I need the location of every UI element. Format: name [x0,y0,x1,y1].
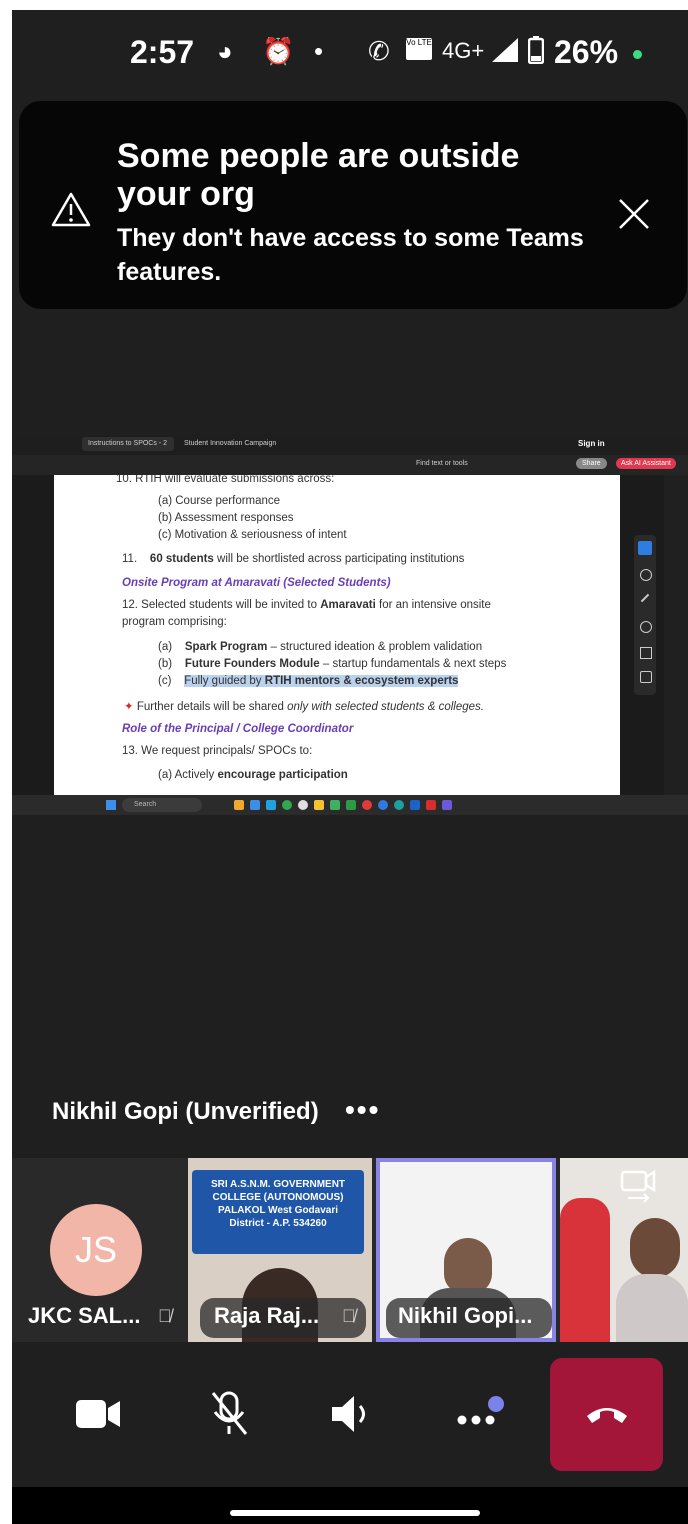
taskbar-app-icon[interactable] [362,800,372,810]
hangup-button[interactable] [550,1358,663,1471]
alarm-icon: ⏰ [262,36,295,66]
taskbar-app-icon[interactable] [426,800,436,810]
avatar: JS [50,1204,142,1296]
doc-line: program comprising: [122,616,227,628]
doc-heading: Onsite Program at Amaravati (Selected St… [122,577,391,589]
status-time: 2:57 [130,34,195,70]
doc-line: (c) Fully guided by RTIH mentors & ecosy… [158,675,459,687]
college-banner: SRI A.S.N.M. GOVERNMENT COLLEGE (AUTONOM… [192,1170,364,1254]
doc-heading: Role of the Principal / College Coordina… [122,723,354,735]
status-bar: 2:57 ◕ ⏰ • ✆ Vo LTE 4G+ 26% [12,10,688,98]
shared-screen: Instructions to SPOCs - 2 Student Innova… [12,435,688,815]
doc-line: (b) Assessment responses [158,512,294,524]
participant-name: Raja Raj... [214,1303,320,1328]
data-saver-icon: ◕ [217,36,233,66]
doc-line: (a) Spark Program – structured ideation … [158,641,483,653]
network-label: 4G+ [442,38,485,63]
phone-screen: 2:57 ◕ ⏰ • ✆ Vo LTE 4G+ 26% Some people … [12,10,688,1524]
doc-line: 12. Selected students will be invited to… [122,599,491,611]
pdf-toolbar: Find text or tools Share Ask AI Assistan… [12,455,688,475]
taskbar-app-icon[interactable] [234,800,244,810]
speaker-button[interactable] [330,1394,378,1434]
pdf-document: 10. RTIH will evaluate submissions acros… [54,475,620,795]
pen-tool-icon[interactable] [640,593,650,603]
home-indicator[interactable] [230,1510,480,1516]
doc-line: (a) Actively encourage participation [158,769,348,781]
banner-title: Some people are outside your org [117,137,520,213]
doc-line: (c) Motivation & seriousness of intent [158,529,347,541]
find-tools[interactable]: Find text or tools [416,460,468,467]
notification-dot [488,1396,504,1412]
taskbar-app-icon[interactable] [330,800,340,810]
taskbar-app-icon[interactable] [314,800,324,810]
system-nav-bar [12,1487,688,1524]
external-org-banner: Some people are outside your org They do… [19,101,687,309]
presenter-more-button[interactable]: ••• [345,1094,380,1126]
taskbar-app-icon[interactable] [378,800,388,810]
volte-icon: Vo LTE [406,38,432,60]
taskbar-app-icon[interactable] [298,800,308,810]
zoom-tool-icon[interactable] [640,569,652,581]
signal-icon [492,38,518,62]
select-tool-icon[interactable] [638,541,652,555]
shape-tool-icon[interactable] [640,621,652,633]
doc-line: (b) Future Founders Module – startup fun… [158,658,507,670]
doc-line: 11. 60 students will be shortlisted acro… [122,553,465,565]
banner-subtitle: They don't have access to some Teams fea… [117,224,584,286]
battery-icon [528,36,544,64]
wifi-call-icon: ✆ [368,36,390,66]
windows-start-icon[interactable] [106,800,116,810]
sign-in-button[interactable]: Sign in [578,439,605,448]
privacy-indicator [633,50,642,59]
browser-tab[interactable]: Student Innovation Campaign [184,440,276,447]
doc-line: 10. RTIH will evaluate submissions acros… [116,475,335,485]
dot-icon: • [314,36,324,66]
mic-off-icon: 🎙̸ [158,1306,172,1326]
taskbar-app-icon[interactable] [346,800,356,810]
camera-button[interactable] [74,1396,122,1432]
taskbar-search[interactable]: Search [122,798,202,812]
taskbar-app-icon[interactable] [250,800,260,810]
doc-line: (a) Course performance [158,495,281,507]
taskbar-app-icon[interactable] [282,800,292,810]
doc-line: 13. We request principals/ SPOCs to: [122,745,313,757]
warning-icon [51,192,91,227]
battery-percent: 26% [554,34,619,70]
taskbar-app-icon[interactable] [266,800,276,810]
browser-tab-bar: Instructions to SPOCs - 2 Student Innova… [12,435,688,455]
participant-video [560,1198,610,1342]
taskbar-app-icon[interactable] [442,800,452,810]
share-button[interactable]: Share [576,458,607,469]
ai-assistant-button[interactable]: Ask AI Assistant [616,458,676,469]
hangup-icon [587,1408,627,1423]
pdf-tools-panel [634,535,656,695]
participant-video [444,1238,492,1294]
pdf-side-rail [664,475,688,795]
mute-button[interactable] [208,1390,250,1438]
participant-name: JKC SAL... [28,1303,141,1328]
participant-name: Nikhil Gopi... [398,1303,533,1328]
text-tool-icon[interactable] [640,647,652,659]
presenter-name: Nikhil Gopi (Unverified) [52,1098,319,1125]
taskbar-app-icon[interactable] [410,800,420,810]
close-icon[interactable] [617,197,651,231]
doc-line: ✦ Further details will be shared only wi… [124,701,484,713]
taskbar-app-icon[interactable] [394,800,404,810]
mic-off-icon: 🎙̸ [342,1306,356,1326]
switch-camera-icon[interactable] [620,1168,658,1204]
browser-tab[interactable]: Instructions to SPOCs - 2 [88,440,167,447]
stamp-tool-icon[interactable] [640,671,652,683]
